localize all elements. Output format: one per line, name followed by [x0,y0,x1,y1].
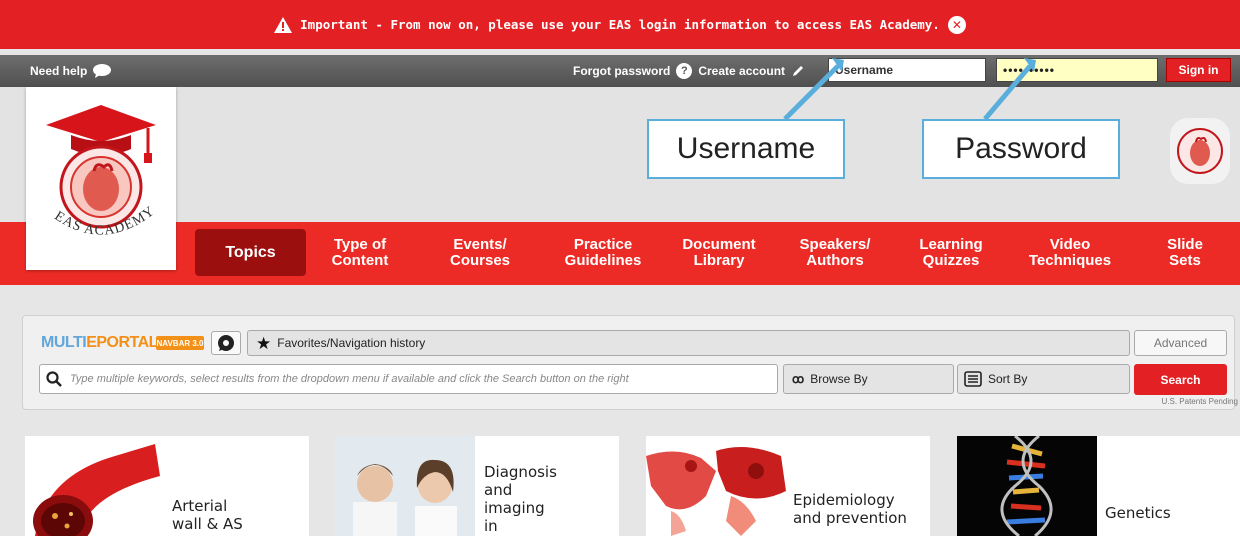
topic-card-genetics[interactable]: Genetics [957,436,1240,536]
search-button[interactable]: Search [1134,364,1227,395]
search-icon [46,371,62,387]
browse-by-dropdown[interactable]: ꝏ Browse By [783,364,954,394]
advanced-button[interactable]: Advanced [1134,330,1227,356]
nav-item-slide-sets[interactable]: Slide Sets [1155,232,1215,274]
world-map-image [646,436,786,536]
topic-card-label: Epidemiology and prevention [793,491,907,527]
nav-item-video-techniques[interactable]: Video Techniques [1010,232,1130,274]
password-callout: Password [922,119,1120,179]
nav-item-learning-quizzes[interactable]: Learning Quizzes [905,232,997,274]
topic-card-arterial-wall[interactable]: Arterial wall & AS [25,436,309,536]
nav-item-events-courses[interactable]: Events/ Courses [430,232,530,274]
patent-notice: U.S. Patents Pending [1161,397,1239,406]
search-input[interactable]: Type multiple keywords, select results f… [39,364,778,394]
topic-card-label: Genetics [1105,504,1171,522]
topic-card-diagnosis-imaging[interactable]: Diagnosis and imaging in [335,436,619,536]
chat-button[interactable] [211,331,241,355]
topic-card-epidemiology[interactable]: Epidemiology and prevention [646,436,930,536]
browse-by-label: Browse By [810,372,868,386]
topic-card-label: Arterial wall & AS [172,497,243,533]
topic-card-label: Diagnosis and imaging in [484,463,557,535]
chat-icon [218,335,234,351]
nav-item-practice-guidelines[interactable]: Practice Guidelines [548,232,658,274]
artery-image [25,436,165,536]
sort-by-label: Sort By [988,372,1028,386]
binoculars-icon: ꝏ [792,372,805,386]
brand-multi: MULTI [41,334,87,351]
sort-list-icon [964,371,982,387]
search-placeholder: Type multiple keywords, select results f… [70,373,629,385]
sort-by-dropdown[interactable]: Sort By [957,364,1130,394]
nav-item-document-library[interactable]: Document Library [667,232,771,274]
navbar-version-badge: NAVBAR 3.0 [156,336,204,350]
nav-item-topics[interactable]: Topics [195,229,306,276]
favorites-navigation-history[interactable]: ★ Favorites/Navigation history [247,330,1130,356]
multieportal-brand: MULTI EPORTAL [41,334,158,352]
brand-eportal: EPORTAL [86,334,158,351]
nav-item-speakers-authors[interactable]: Speakers/ Authors [785,232,885,274]
star-icon: ★ [256,333,272,353]
username-callout: Username [647,119,845,179]
nav-item-type-of-content[interactable]: Type of Content [320,232,400,274]
favorites-label: Favorites/Navigation history [277,336,426,350]
dna-image [957,436,1097,536]
doctors-image [335,436,475,536]
